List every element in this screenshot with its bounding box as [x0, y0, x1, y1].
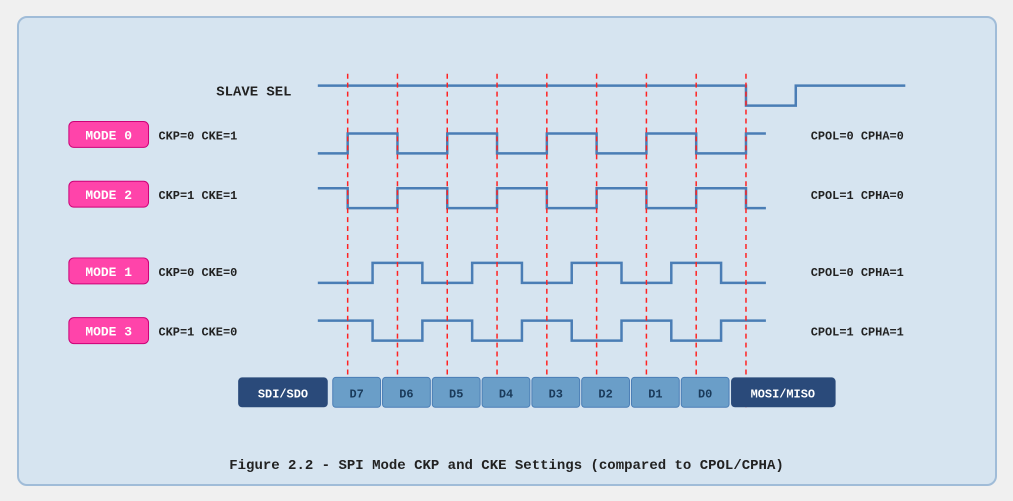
sdi-sdo-label: SDI/SDO: [257, 387, 307, 401]
d6-label: D6: [399, 387, 413, 401]
mosi-miso-label: MOSI/MISO: [750, 387, 814, 401]
mode2-cpol: CPOL=1 CPHA=0: [810, 189, 903, 203]
diagram-svg: text.mono { font-family: 'Courier New', …: [39, 36, 975, 450]
outer-container: text.mono { font-family: 'Courier New', …: [17, 16, 997, 486]
figure-caption: Figure 2.2 - SPI Mode CKP and CKE Settin…: [39, 458, 975, 474]
slave-sel-wave: [317, 85, 904, 105]
d1-label: D1: [648, 387, 662, 401]
mode0-params: CKP=0 CKE=1: [158, 129, 237, 143]
d5-label: D5: [449, 387, 463, 401]
d4-label: D4: [498, 387, 512, 401]
slave-sel-label: SLAVE SEL: [216, 84, 291, 100]
mode0-label: MODE 0: [85, 128, 132, 143]
diagram-container: text.mono { font-family: 'Courier New', …: [39, 36, 975, 450]
mode1-params: CKP=0 CKE=0: [158, 265, 237, 279]
d2-label: D2: [598, 387, 612, 401]
mode0-wave: [317, 133, 765, 153]
mode1-wave: [317, 262, 765, 282]
mode1-label: MODE 1: [85, 264, 132, 279]
d0-label: D0: [697, 387, 711, 401]
mode3-params: CKP=1 CKE=0: [158, 325, 237, 339]
mode1-cpol: CPOL=0 CPHA=1: [810, 265, 903, 279]
mode0-cpol: CPOL=0 CPHA=0: [810, 129, 903, 143]
mode2-params: CKP=1 CKE=1: [158, 189, 237, 203]
mode3-cpol: CPOL=1 CPHA=1: [810, 325, 903, 339]
mode3-wave: [317, 320, 765, 340]
d7-label: D7: [349, 387, 363, 401]
mode2-wave: [317, 188, 765, 208]
mode3-label: MODE 3: [85, 324, 132, 339]
mode2-label: MODE 2: [85, 188, 132, 203]
d3-label: D3: [548, 387, 562, 401]
